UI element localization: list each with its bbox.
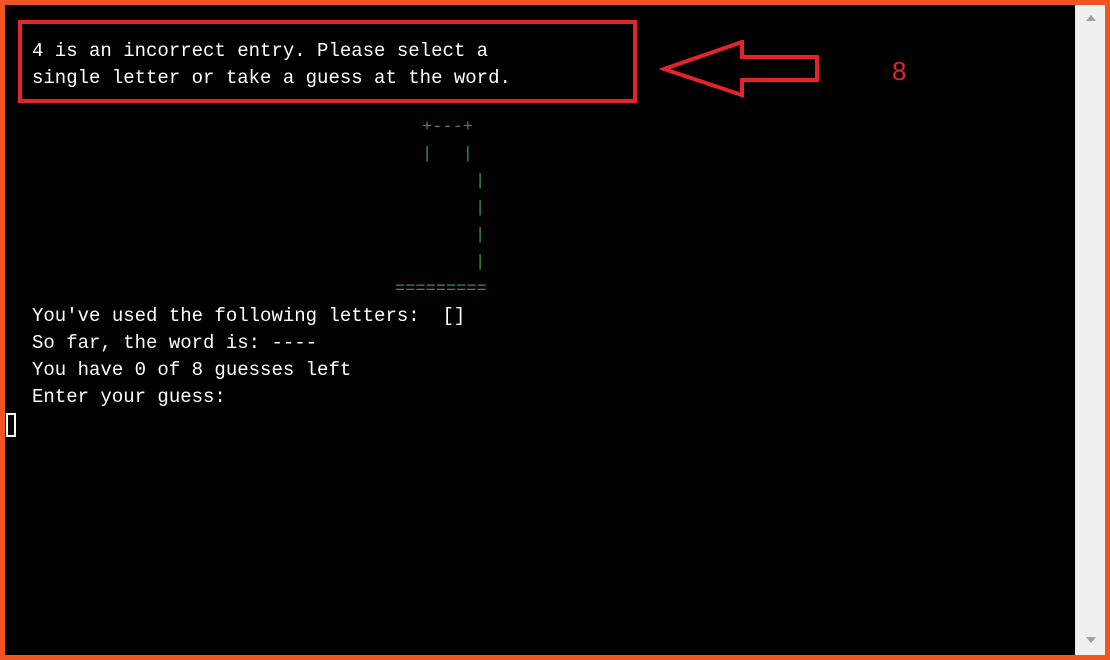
input-prompt-line: Enter your guess:: [32, 386, 226, 408]
gallows-pole-row: |: [475, 226, 486, 245]
guesses-left-line: You have 0 of 8 guesses left: [32, 359, 352, 381]
annotation-step-number: 8: [892, 56, 907, 86]
gallows-pole-row: |: [475, 253, 486, 272]
vertical-scrollbar[interactable]: [1075, 5, 1105, 655]
gallows-rope-row: | |: [422, 145, 474, 164]
terminal-window[interactable]: 4 is an incorrect entry. Please select a…: [5, 5, 1075, 655]
scroll-down-button[interactable]: [1076, 629, 1105, 651]
annotation-arrow-icon: [657, 39, 820, 105]
triangle-up-icon: [1085, 15, 1096, 21]
text-cursor[interactable]: [6, 413, 16, 437]
triangle-down-icon: [1085, 637, 1096, 643]
gallows-top-beam: +---+: [422, 118, 474, 137]
gallows-base: =========: [395, 280, 487, 299]
scroll-up-button[interactable]: [1076, 7, 1105, 29]
word-progress-line: So far, the word is: ----: [32, 332, 318, 354]
annotation-highlight-box: [18, 20, 637, 103]
gallows-pole-row: |: [475, 199, 486, 218]
gallows-pole-row: |: [475, 172, 486, 191]
screenshot-frame: 4 is an incorrect entry. Please select a…: [0, 0, 1110, 660]
used-letters-line: You've used the following letters: []: [32, 305, 466, 327]
